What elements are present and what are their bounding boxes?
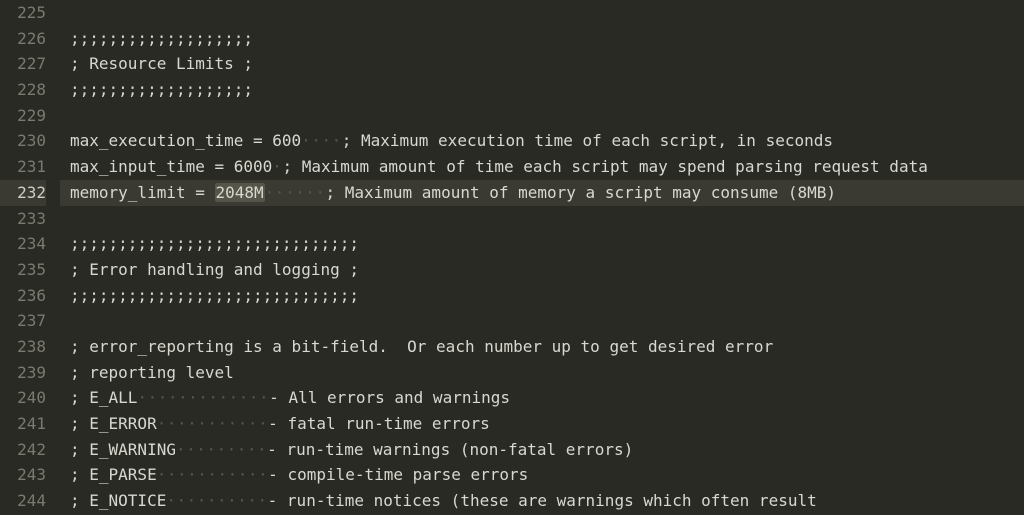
code-text: max_input_time = 6000 [70, 157, 272, 176]
code-text: - run-time notices (these are warnings w… [268, 491, 817, 510]
line-number-gutter: 2252262272282292302312322332342352362372… [0, 0, 60, 515]
code-line[interactable]: ; reporting level [60, 360, 1024, 386]
line-number: 244 [0, 488, 46, 514]
code-text: ; E_ALL [70, 388, 137, 407]
code-text: ; Maximum amount of memory a script may … [325, 183, 836, 202]
line-number: 238 [0, 334, 46, 360]
line-number: 228 [0, 77, 46, 103]
code-text: ; E_ERROR [70, 414, 157, 433]
code-line[interactable]: ;;;;;;;;;;;;;;;;;;; [60, 26, 1024, 52]
code-line[interactable]: memory_limit = 2048M······; Maximum amou… [60, 180, 1024, 206]
whitespace-indicator: ············· [137, 388, 269, 407]
code-area[interactable]: ;;;;;;;;;;;;;;;;;;;; Resource Limits ;;;… [60, 0, 1024, 515]
code-line[interactable] [60, 103, 1024, 129]
selection-highlight: 2048M [215, 183, 265, 202]
whitespace-indicator: ··········· [157, 414, 268, 433]
line-number: 230 [0, 128, 46, 154]
code-text: ; E_WARNING [70, 440, 176, 459]
code-text: ; E_NOTICE [70, 491, 166, 510]
code-text: ; Maximum amount of time each script may… [282, 157, 927, 176]
code-line[interactable]: ; Resource Limits ; [60, 51, 1024, 77]
line-number: 232 [0, 180, 46, 206]
whitespace-indicator: ···· [301, 131, 342, 150]
line-number: 225 [0, 0, 46, 26]
code-text: ; Maximum execution time of each script,… [342, 131, 833, 150]
code-text: max_execution_time = 600 [70, 131, 301, 150]
line-number: 234 [0, 231, 46, 257]
code-line[interactable]: ; E_WARNING·········- run-time warnings … [60, 437, 1024, 463]
code-text: memory_limit = [70, 183, 215, 202]
line-number: 240 [0, 385, 46, 411]
whitespace-indicator: ··········· [157, 465, 268, 484]
line-number: 227 [0, 51, 46, 77]
code-line[interactable]: ; E_NOTICE··········- run-time notices (… [60, 488, 1024, 514]
code-line[interactable]: max_input_time = 6000·; Maximum amount o… [60, 154, 1024, 180]
code-line[interactable]: ;;;;;;;;;;;;;;;;;;;;;;;;;;;;;; [60, 283, 1024, 309]
line-number: 235 [0, 257, 46, 283]
line-number: 233 [0, 206, 46, 232]
code-line[interactable]: ; E_ALL·············- All errors and war… [60, 385, 1024, 411]
whitespace-indicator: ······ [265, 183, 326, 202]
line-number: 241 [0, 411, 46, 437]
line-number: 243 [0, 462, 46, 488]
line-number: 237 [0, 308, 46, 334]
code-line[interactable]: ; error_reporting is a bit-field. Or eac… [60, 334, 1024, 360]
code-editor[interactable]: 2252262272282292302312322332342352362372… [0, 0, 1024, 515]
code-line[interactable] [60, 206, 1024, 232]
code-line[interactable]: ;;;;;;;;;;;;;;;;;;;;;;;;;;;;;; [60, 231, 1024, 257]
line-number: 231 [0, 154, 46, 180]
code-line[interactable] [60, 308, 1024, 334]
code-text: - run-time warnings (non-fatal errors) [267, 440, 633, 459]
code-line[interactable] [60, 0, 1024, 26]
line-number: 242 [0, 437, 46, 463]
line-number: 239 [0, 360, 46, 386]
code-text: ; E_PARSE [70, 465, 157, 484]
code-line[interactable]: ; E_ERROR···········- fatal run-time err… [60, 411, 1024, 437]
whitespace-indicator: ········· [176, 440, 267, 459]
code-line[interactable]: ; E_PARSE···········- compile-time parse… [60, 462, 1024, 488]
code-line[interactable]: ;;;;;;;;;;;;;;;;;;; [60, 77, 1024, 103]
code-text: - fatal run-time errors [268, 414, 490, 433]
line-number: 226 [0, 26, 46, 52]
line-number: 236 [0, 283, 46, 309]
code-text: - All errors and warnings [269, 388, 510, 407]
whitespace-indicator: · [272, 157, 282, 176]
code-line[interactable]: ; Error handling and logging ; [60, 257, 1024, 283]
code-line[interactable]: max_execution_time = 600····; Maximum ex… [60, 128, 1024, 154]
line-number: 229 [0, 103, 46, 129]
whitespace-indicator: ·········· [166, 491, 267, 510]
code-text: - compile-time parse errors [268, 465, 528, 484]
